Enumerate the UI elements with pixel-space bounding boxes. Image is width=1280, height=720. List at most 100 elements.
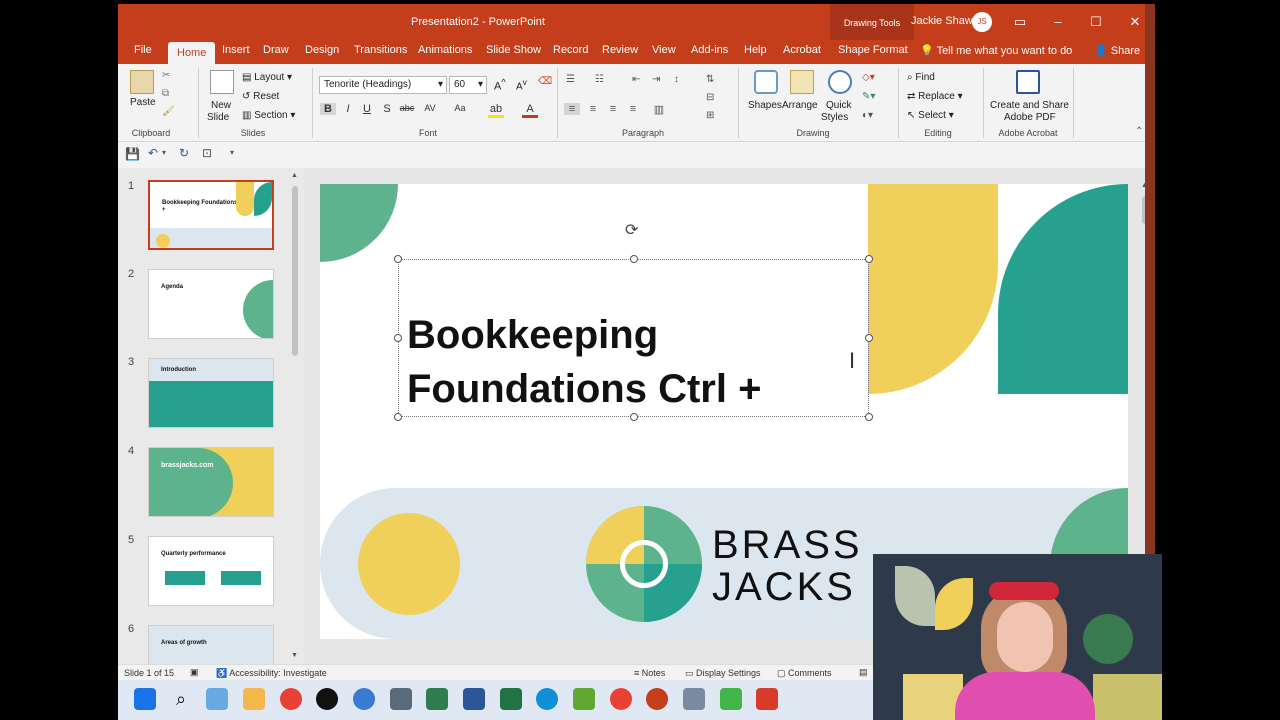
tab-slide-show[interactable]: Slide Show	[486, 44, 541, 56]
shadow-icon[interactable]: S	[379, 103, 395, 115]
share-button[interactable]: 👤 Share	[1094, 44, 1140, 57]
paste-icon[interactable]	[130, 70, 154, 94]
tab-transitions[interactable]: Transitions	[354, 44, 407, 56]
rotate-handle-icon[interactable]: ⟳	[625, 220, 638, 240]
thumbnail-scrollbar[interactable]: ▲ ▼	[290, 172, 300, 662]
scroll-down-icon[interactable]: ▼	[291, 652, 298, 659]
section-button[interactable]: ▥ Section ▾	[242, 110, 295, 121]
tab-help[interactable]: Help	[744, 44, 767, 56]
chrome-icon[interactable]	[280, 688, 302, 710]
format-painter-icon[interactable]: 🖌	[162, 106, 175, 117]
select-button[interactable]: ↖ Select ▾	[907, 110, 954, 121]
decrease-indent-icon[interactable]: ⇤	[632, 74, 640, 85]
tab-review[interactable]: Review	[602, 44, 638, 56]
excel-icon[interactable]	[500, 688, 522, 710]
tab-add-ins[interactable]: Add-ins	[691, 44, 728, 56]
line-spacing-icon[interactable]: ↕	[674, 74, 679, 85]
resize-handle[interactable]	[394, 255, 402, 263]
accessibility-button[interactable]: ♿ Accessibility: Investigate	[216, 668, 327, 679]
tab-shape-format[interactable]: Shape Format	[838, 44, 908, 56]
cut-icon[interactable]: ✂	[162, 70, 170, 81]
title-line-1[interactable]: Bookkeeping	[407, 308, 761, 362]
numbering-icon[interactable]: ☷	[595, 74, 604, 85]
change-case-icon[interactable]: Aa	[452, 103, 468, 113]
font-color-icon[interactable]: A	[522, 103, 538, 118]
resize-handle[interactable]	[394, 334, 402, 342]
camtasia-icon[interactable]	[720, 688, 742, 710]
font-size-combo[interactable]: 60 ▾	[449, 76, 487, 94]
tab-home[interactable]: Home	[168, 42, 216, 64]
thumbnail-slide-1[interactable]: Bookkeeping Foundations Ctrl +	[148, 180, 274, 250]
snipping-tool-icon[interactable]	[683, 688, 705, 710]
copy-icon[interactable]: ⧉	[162, 88, 169, 99]
file-explorer-icon[interactable]	[243, 688, 265, 710]
create-share-label-1[interactable]: Create and Share	[990, 100, 1069, 111]
tab-record[interactable]: Record	[553, 44, 588, 56]
tab-acrobat[interactable]: Acrobat	[783, 44, 821, 56]
bullets-icon[interactable]: ☰	[566, 74, 575, 85]
font-name-combo[interactable]: Tenorite (Headings) ▾	[319, 76, 447, 94]
strikethrough-icon[interactable]: abc	[399, 103, 415, 113]
quick-styles-icon[interactable]	[828, 70, 852, 94]
resize-handle[interactable]	[630, 413, 638, 421]
thumbnail-slide-5[interactable]: Quarterly performance	[148, 536, 274, 606]
layout-button[interactable]: ▤ Layout ▾	[242, 72, 292, 83]
increase-indent-icon[interactable]: ⇥	[652, 74, 660, 85]
new-slide-icon[interactable]	[210, 70, 234, 94]
resize-handle[interactable]	[630, 255, 638, 263]
tab-view[interactable]: View	[652, 44, 676, 56]
notes-button[interactable]: ≡ Notes	[634, 668, 665, 678]
align-right-icon[interactable]: ≡	[605, 103, 621, 115]
new-slide-label-1[interactable]: New	[211, 100, 231, 111]
shrink-font-icon[interactable]: Av	[516, 77, 527, 92]
justify-icon[interactable]: ≡	[625, 103, 641, 115]
powerpoint-icon[interactable]	[646, 688, 668, 710]
create-share-label-2[interactable]: Adobe PDF	[1004, 112, 1056, 123]
shape-outline-icon[interactable]: ✎▾	[862, 91, 875, 102]
align-text-icon[interactable]: ⊟	[706, 92, 714, 103]
title-placeholder[interactable]: Bookkeeping Foundations Ctrl + ⟳ I	[394, 222, 873, 421]
avatar[interactable]: JS	[972, 12, 992, 32]
thumbnail-slide-4[interactable]: brassjacks.com	[148, 447, 274, 517]
display-settings-button[interactable]: ▭ Display Settings	[685, 668, 761, 679]
photos-icon[interactable]	[206, 688, 228, 710]
shapes-button[interactable]: Shapes	[748, 100, 782, 111]
start-icon[interactable]	[134, 688, 156, 710]
resize-handle[interactable]	[865, 334, 873, 342]
close-icon[interactable]: ✕	[1125, 12, 1145, 32]
edge-icon[interactable]	[536, 688, 558, 710]
create-pdf-icon[interactable]	[1016, 70, 1040, 94]
replace-button[interactable]: ⇄ Replace ▾	[907, 91, 963, 102]
paste-button[interactable]: Paste	[130, 97, 156, 108]
reset-button[interactable]: ↺ Reset	[242, 91, 279, 102]
quick-styles-label-1[interactable]: Quick	[826, 100, 852, 111]
smartart-icon[interactable]: ⊞	[706, 110, 714, 121]
grow-font-icon[interactable]: A^	[494, 77, 506, 93]
word-icon[interactable]	[463, 688, 485, 710]
character-spacing-icon[interactable]: AV	[422, 103, 438, 113]
chevron-down-icon[interactable]: ▾	[162, 148, 166, 157]
quick-styles-label-2[interactable]: Styles	[821, 112, 848, 123]
highlight-icon[interactable]: ab	[488, 103, 504, 118]
text-direction-icon[interactable]: ⇅	[706, 74, 714, 85]
normal-view-icon[interactable]: ▤	[859, 667, 868, 678]
minimize-icon[interactable]: –	[1048, 12, 1068, 32]
columns-icon[interactable]: ▥	[651, 103, 667, 116]
present-icon[interactable]: ⊡	[202, 146, 212, 160]
app-icon[interactable]	[756, 688, 778, 710]
find-button[interactable]: ⌕ Find	[907, 72, 935, 83]
app-icon[interactable]	[353, 688, 375, 710]
arrange-button[interactable]: Arrange	[782, 100, 818, 111]
maximize-icon[interactable]: ☐	[1086, 12, 1106, 32]
redo-icon[interactable]: ↻	[179, 146, 189, 160]
shape-effects-icon[interactable]: ◐▾	[862, 110, 873, 121]
chrome-profile-icon[interactable]	[610, 688, 632, 710]
tab-draw[interactable]: Draw	[263, 44, 289, 56]
thumbnail-slide-2[interactable]: Agenda	[148, 269, 274, 339]
ribbon-display-icon[interactable]: ▭	[1010, 12, 1030, 32]
search-icon[interactable]: ⌕	[170, 688, 192, 710]
dell-icon[interactable]	[316, 688, 338, 710]
app-icon[interactable]	[573, 688, 595, 710]
align-left-icon[interactable]: ≡	[564, 103, 580, 115]
resize-handle[interactable]	[865, 255, 873, 263]
